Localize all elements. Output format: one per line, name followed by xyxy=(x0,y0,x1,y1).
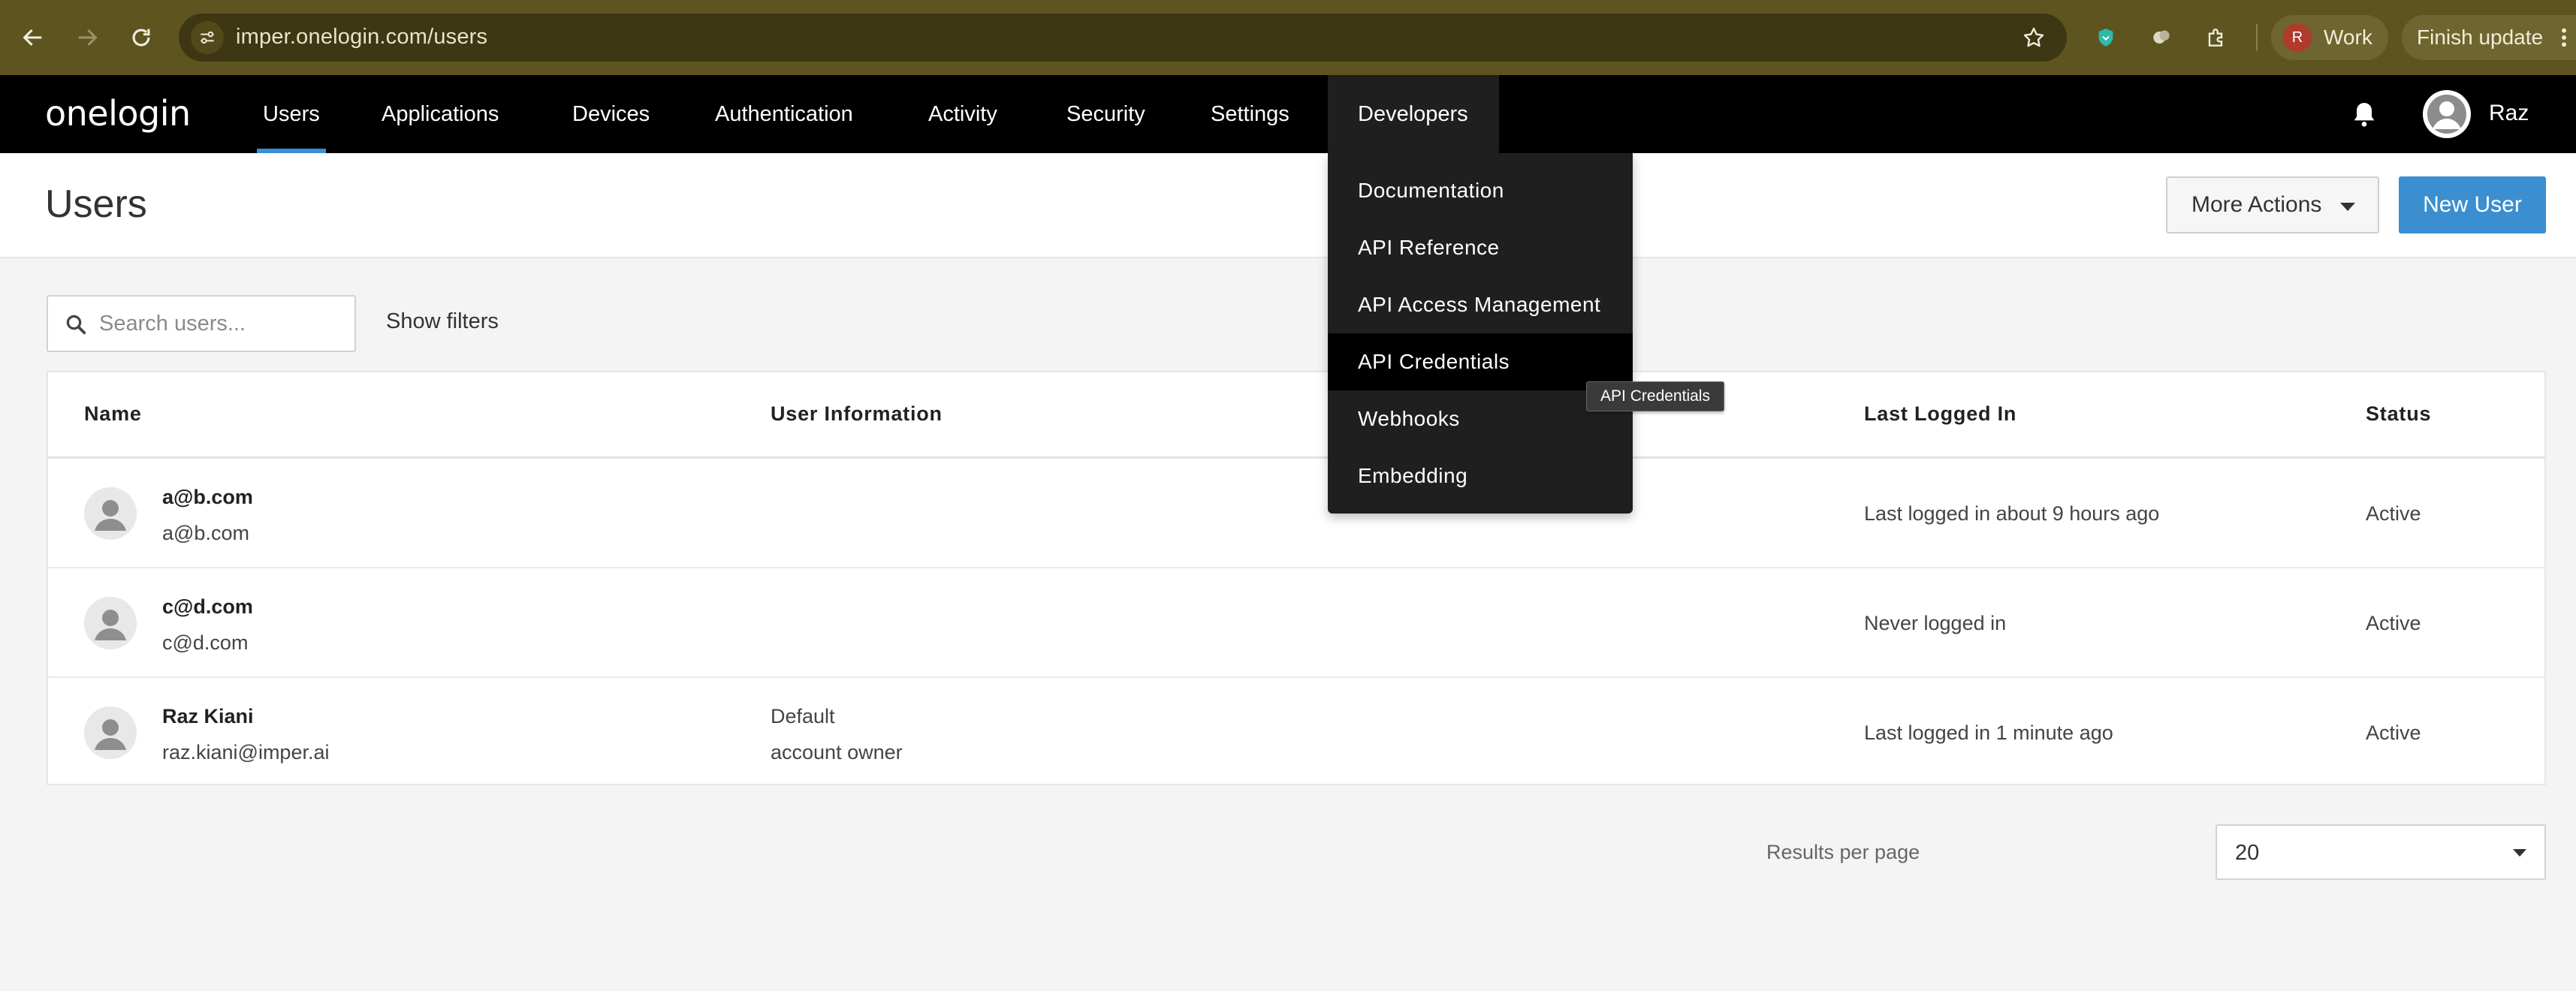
search-icon xyxy=(66,315,86,335)
last-logged-in-cell: Last logged in about 9 hours ago xyxy=(1864,502,2160,525)
column-header-status[interactable]: Status xyxy=(2366,402,2431,426)
user-info-line2: account owner xyxy=(771,741,903,764)
nav-security[interactable]: Security xyxy=(1066,75,1145,153)
user-avatar-placeholder xyxy=(84,706,137,759)
user-name-cell[interactable]: Raz Kiani xyxy=(162,705,254,728)
caret-down-icon xyxy=(2340,203,2355,211)
column-header-last-logged-in[interactable]: Last Logged In xyxy=(1864,402,2016,426)
star-icon[interactable] xyxy=(2017,21,2050,54)
column-header-name[interactable]: Name xyxy=(84,402,142,426)
more-actions-label: More Actions xyxy=(2191,192,2322,217)
nav-activity[interactable]: Activity xyxy=(928,75,997,153)
last-logged-in-cell: Last logged in 1 minute ago xyxy=(1864,721,2113,744)
user-avatar-placeholder xyxy=(84,597,137,649)
address-bar[interactable]: imper.onelogin.com/users xyxy=(179,14,2067,62)
url-text[interactable]: imper.onelogin.com/users xyxy=(236,25,487,50)
profile-button[interactable]: R Work xyxy=(2271,15,2388,60)
nav-authentication[interactable]: Authentication xyxy=(715,75,853,153)
finish-update-button[interactable]: Finish update xyxy=(2402,15,2576,60)
new-user-button[interactable]: New User xyxy=(2399,176,2546,233)
column-header-user-information[interactable]: User Information xyxy=(771,402,943,426)
browser-toolbar: imper.onelogin.com/users R Work Finish u… xyxy=(0,0,2576,75)
site-info-icon[interactable] xyxy=(191,21,224,54)
status-cell: Active xyxy=(2366,612,2421,634)
user-email-cell: c@d.com xyxy=(162,631,249,654)
finish-update-label: Finish update xyxy=(2417,26,2544,49)
more-actions-button[interactable]: More Actions xyxy=(2166,176,2379,233)
search-input[interactable] xyxy=(98,297,345,351)
user-name-cell[interactable]: a@b.com xyxy=(162,486,253,509)
menu-item-embedding[interactable]: Embedding xyxy=(1328,447,1633,505)
toolbar-divider xyxy=(2256,24,2258,51)
page-title: Users xyxy=(45,182,147,226)
nav-users[interactable]: Users xyxy=(257,75,326,153)
back-icon[interactable] xyxy=(12,17,54,59)
status-cell: Active xyxy=(2366,721,2421,744)
users-table: Name User Information Last Logged In Sta… xyxy=(47,371,2546,785)
search-box[interactable] xyxy=(47,295,356,352)
menu-item-documentation[interactable]: Documentation xyxy=(1328,162,1633,219)
results-per-page-value: 20 xyxy=(2235,841,2260,865)
nav-settings[interactable]: Settings xyxy=(1211,75,1290,153)
menu-item-api-access-management[interactable]: API Access Management xyxy=(1328,276,1633,333)
show-filters-link[interactable]: Show filters xyxy=(386,309,499,334)
nav-devices[interactable]: Devices xyxy=(572,75,650,153)
tooltip: API Credentials xyxy=(1586,381,1724,411)
bell-icon[interactable] xyxy=(2349,99,2379,129)
menu-item-api-reference[interactable]: API Reference xyxy=(1328,219,1633,276)
user-avatar[interactable] xyxy=(2423,90,2471,138)
status-cell: Active xyxy=(2366,502,2421,525)
profile-avatar: R xyxy=(2283,23,2312,52)
page-header: Users More Actions New User xyxy=(0,153,2576,258)
last-logged-in-cell: Never logged in xyxy=(1864,612,2007,634)
profile-label: Work xyxy=(2324,26,2372,49)
user-email-cell: raz.kiani@imper.ai xyxy=(162,741,330,764)
table-row[interactable]: Raz Kiani raz.kiani@imper.ai Default acc… xyxy=(48,678,2544,788)
reload-icon[interactable] xyxy=(120,17,162,59)
user-name-cell[interactable]: c@d.com xyxy=(162,595,253,619)
results-per-page-label: Results per page xyxy=(1766,841,1920,863)
app-navbar: onelogin Users Applications Devices Auth… xyxy=(0,75,2576,153)
shield-extension-icon[interactable] xyxy=(2089,21,2122,54)
user-name[interactable]: Raz xyxy=(2489,101,2529,126)
table-row[interactable]: a@b.com a@b.com Last logged in about 9 h… xyxy=(48,459,2544,568)
user-avatar-placeholder xyxy=(84,487,137,540)
table-row[interactable]: c@d.com c@d.com Never logged in Active xyxy=(48,568,2544,678)
kebab-icon[interactable] xyxy=(2558,26,2570,50)
onelogin-logo[interactable]: onelogin xyxy=(45,93,191,134)
caret-down-icon xyxy=(2513,849,2526,857)
user-info-line1: Default xyxy=(771,705,835,727)
extension-icon[interactable] xyxy=(2145,21,2178,54)
nav-applications[interactable]: Applications xyxy=(382,75,499,153)
user-email-cell: a@b.com xyxy=(162,522,249,544)
puzzle-icon[interactable] xyxy=(2199,21,2232,54)
results-per-page-select[interactable]: 20 xyxy=(2216,824,2546,880)
nav-developers[interactable]: Developers xyxy=(1358,75,1468,153)
developers-dropdown-menu: Documentation API Reference API Access M… xyxy=(1328,153,1633,514)
forward-icon[interactable] xyxy=(66,17,108,59)
